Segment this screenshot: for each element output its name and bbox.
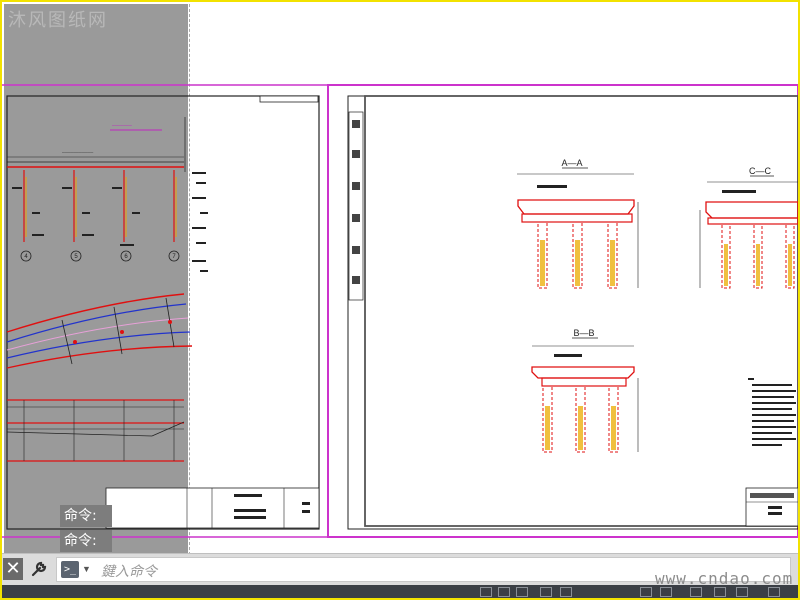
status-toggle-icon[interactable] — [768, 587, 780, 597]
command-prompt-icon[interactable]: >_ — [61, 561, 79, 578]
status-toggle-icon[interactable] — [516, 587, 528, 597]
left-sheet: ─────────── ─────── 4 5 6 7 — [6, 95, 320, 530]
right-sheet: A—A C—C B—B — [347, 95, 798, 530]
command-placeholder: 鍵入命令 — [101, 564, 157, 580]
section-title-b: B—B — [573, 328, 594, 338]
status-toggle-icon[interactable] — [690, 587, 702, 597]
status-toggle-icon[interactable] — [480, 587, 492, 597]
axis-label: 6 — [124, 254, 128, 260]
chevron-down-icon[interactable]: ▼ — [82, 564, 91, 574]
status-toggle-icon[interactable] — [540, 587, 552, 597]
axis-label: 5 — [74, 254, 78, 260]
axis-label: 7 — [172, 254, 176, 260]
status-toggle-icon[interactable] — [640, 587, 652, 597]
status-toggle-icon[interactable] — [498, 587, 510, 597]
wrench-icon[interactable] — [27, 558, 51, 580]
drawing-canvas[interactable]: 沐风图纸网 ─────────── ─────── 4 5 6 7 A—A C—… — [2, 2, 798, 553]
status-toggle-icon[interactable] — [560, 587, 572, 597]
command-history-line: 命令: — [60, 530, 112, 552]
left-sheet-corner-tab — [259, 95, 319, 103]
left-sheet-frame — [6, 95, 320, 530]
site-watermark: www.cndao.com — [655, 569, 794, 588]
svg-text:───────: ─────── — [111, 123, 132, 128]
section-title-c: C—C — [749, 166, 771, 176]
active-viewport-border — [327, 84, 798, 538]
status-toggle-icon[interactable] — [736, 587, 748, 597]
cad-drawing: ─────────── ─────── 4 5 6 7 A—A C—C B—B — [2, 84, 798, 538]
status-toggle-icon[interactable] — [660, 587, 672, 597]
close-icon[interactable]: ✕ — [3, 558, 23, 580]
svg-text:───────────: ─────────── — [61, 150, 93, 155]
status-toggle-icon[interactable] — [714, 587, 726, 597]
command-history-line: 命令: — [60, 505, 112, 527]
axis-label: 4 — [24, 254, 28, 260]
section-title-a: A—A — [561, 158, 582, 168]
